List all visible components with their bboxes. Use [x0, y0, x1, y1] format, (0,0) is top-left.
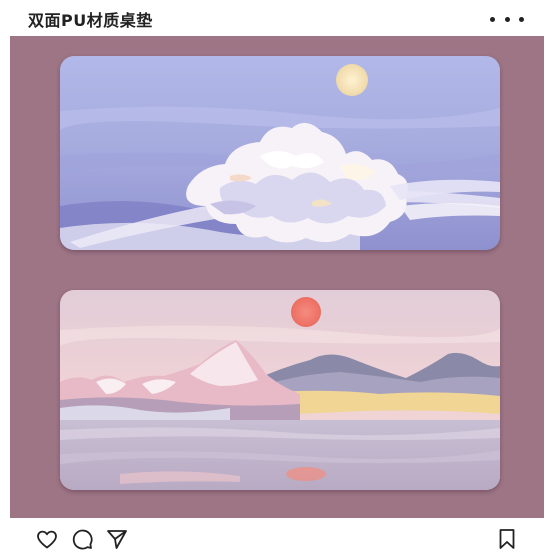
- more-options-button[interactable]: [490, 10, 524, 28]
- comment-icon: [72, 529, 93, 550]
- share-button[interactable]: [104, 526, 130, 552]
- bookmark-icon: [499, 529, 515, 549]
- post-image[interactable]: [10, 36, 544, 518]
- comment-button[interactable]: [69, 526, 95, 552]
- like-button[interactable]: [34, 526, 60, 552]
- heart-icon: [37, 530, 57, 549]
- post-header: 双面PU材质桌垫: [0, 0, 554, 36]
- more-icon: [490, 16, 495, 22]
- desk-mat-mountain-painting: [60, 290, 500, 490]
- post-title: 双面PU材质桌垫: [28, 11, 153, 30]
- desk-mat-cloud-painting: [60, 56, 500, 250]
- send-icon: [107, 530, 127, 549]
- post-action-bar: [0, 518, 554, 554]
- save-button[interactable]: [494, 526, 520, 552]
